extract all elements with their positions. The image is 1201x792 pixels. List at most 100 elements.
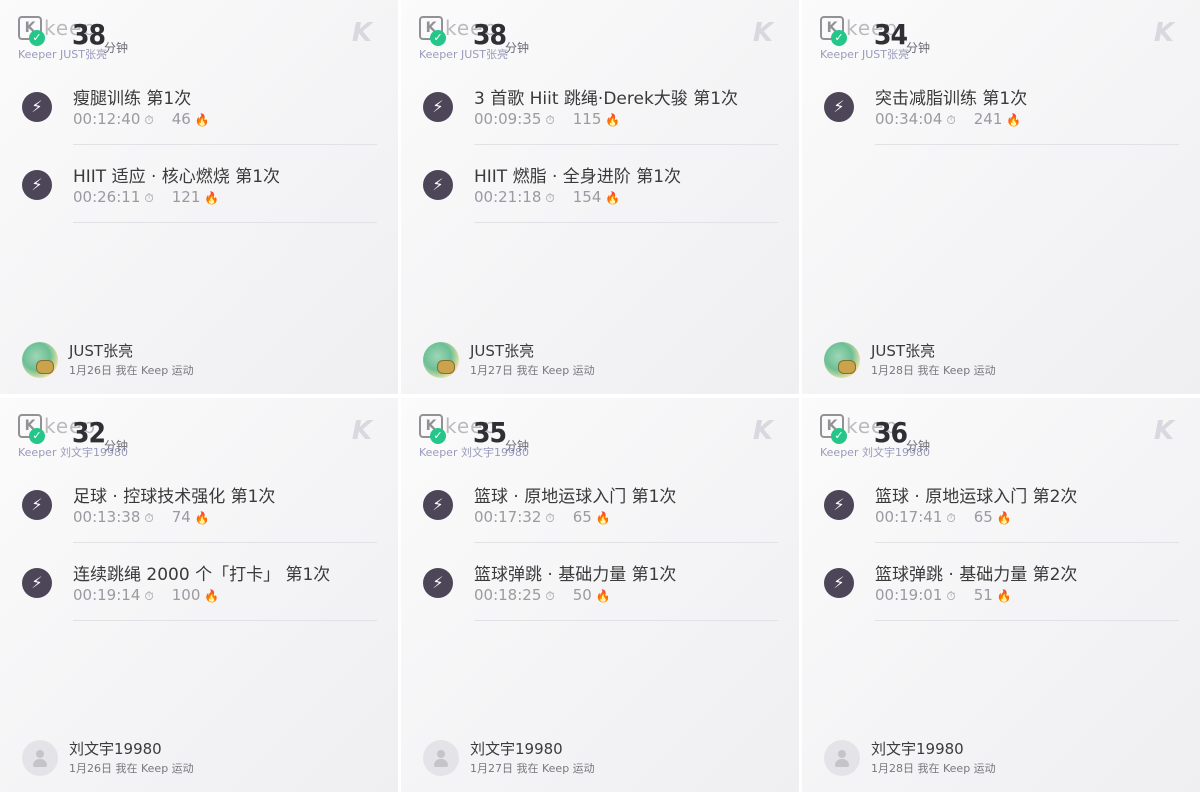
lightning-icon: ⚡ xyxy=(824,568,854,598)
workout-duration: 00:12:40 xyxy=(73,110,141,128)
workout-calories: 50 xyxy=(572,586,592,604)
workout-item[interactable]: ⚡ 瘦腿训练 第1次 00:12:40 ⏱ 46 🔥 xyxy=(0,80,398,158)
workout-duration: 00:09:35 xyxy=(474,110,542,128)
workout-calories: 121 xyxy=(171,188,201,206)
avatar[interactable] xyxy=(824,740,860,776)
lightning-icon: ⚡ xyxy=(22,490,52,520)
divider xyxy=(875,144,1179,145)
keep-watermark-icon: K xyxy=(351,18,372,48)
workout-item[interactable]: ⚡ 连续跳绳 2000 个「打卡」 第1次 00:19:14 ⏱ 100 🔥 xyxy=(0,556,398,634)
flame-icon: 🔥 xyxy=(996,589,1012,603)
divider xyxy=(474,222,778,223)
checkin-card[interactable]: Kkeep ✓ 35 分钟 Keeper 刘文宇19980 K ⚡ 篮球 · 原地运球入门 第… xyxy=(401,398,799,792)
workout-item[interactable]: ⚡ 足球 · 控球技术强化 第1次 00:13:38 ⏱ 74 🔥 xyxy=(0,478,398,556)
workout-calories: 74 xyxy=(171,508,191,526)
card-header: Kkeep ✓ 38 分钟 Keeper JUST张亮 xyxy=(419,16,789,64)
workout-title: 3 首歌 Hiit 跳绳·Derek大骏 第1次 xyxy=(474,89,739,109)
user-name[interactable]: 刘文宇19980 xyxy=(470,738,563,759)
user-date: 1月27日 我在 Keep 运动 xyxy=(470,762,595,775)
flame-icon: 🔥 xyxy=(204,589,220,603)
workout-calories: 241 xyxy=(973,110,1003,128)
avatar[interactable] xyxy=(22,740,58,776)
user-info[interactable]: JUST张亮 1月27日 我在 Keep 运动 xyxy=(423,340,783,380)
workout-item[interactable]: ⚡ HIIT 适应 · 核心燃烧 第1次 00:26:11 ⏱ 121 🔥 xyxy=(0,158,398,236)
keeper-label: Keeper JUST张亮 xyxy=(820,48,909,61)
workout-title: 瘦腿训练 第1次 xyxy=(73,89,192,109)
user-name[interactable]: JUST张亮 xyxy=(69,340,133,361)
flame-icon: 🔥 xyxy=(996,511,1012,525)
workout-title: 足球 · 控球技术强化 第1次 xyxy=(73,487,276,507)
workout-duration: 00:13:38 xyxy=(73,508,141,526)
clock-icon: ⏱ xyxy=(545,589,555,603)
workout-item[interactable]: ⚡ 篮球 · 原地运球入门 第1次 00:17:32 ⏱ 65 🔥 xyxy=(401,478,799,556)
workout-calories: 65 xyxy=(973,508,993,526)
checkin-day-unit: 分钟 xyxy=(906,41,931,55)
workout-item[interactable]: ⚡ 篮球 · 原地运球入门 第2次 00:17:41 ⏱ 65 🔥 xyxy=(802,478,1200,556)
workout-duration: 00:19:14 xyxy=(73,586,141,604)
user-info[interactable]: 刘文宇19980 1月27日 我在 Keep 运动 xyxy=(423,738,783,778)
divider xyxy=(875,542,1179,543)
workout-title: 突击减脂训练 第1次 xyxy=(875,89,1028,109)
divider xyxy=(875,620,1179,621)
keeper-label: Keeper 刘文宇19980 xyxy=(820,446,930,459)
workout-title: HIIT 适应 · 核心燃烧 第1次 xyxy=(73,167,281,187)
user-date: 1月26日 我在 Keep 运动 xyxy=(69,364,194,377)
workout-item[interactable]: ⚡ 突击减脂训练 第1次 00:34:04 ⏱ 241 🔥 xyxy=(802,80,1200,158)
workout-item[interactable]: ⚡ 篮球弹跳 · 基础力量 第2次 00:19:01 ⏱ 51 🔥 xyxy=(802,556,1200,634)
workout-meta: 00:09:35 ⏱ 115 🔥 xyxy=(474,110,620,128)
user-info[interactable]: JUST张亮 1月26日 我在 Keep 运动 xyxy=(22,340,382,380)
checkin-card[interactable]: Kkeep ✓ 38 分钟 Keeper JUST张亮 K ⚡ 3 首歌 Hiit 跳绳·De… xyxy=(401,0,799,394)
check-badge-icon: ✓ xyxy=(430,428,446,444)
user-name[interactable]: JUST张亮 xyxy=(871,340,935,361)
checkin-card[interactable]: Kkeep ✓ 34 分钟 Keeper JUST张亮 K ⚡ 突击减脂训练 第1次 00:34… xyxy=(802,0,1200,394)
card-header: Kkeep ✓ 35 分钟 Keeper 刘文宇19980 xyxy=(419,414,789,462)
checkin-card[interactable]: Kkeep ✓ 36 分钟 Keeper 刘文宇19980 K ⚡ 篮球 · 原地运球入门 第… xyxy=(802,398,1200,792)
user-date: 1月28日 我在 Keep 运动 xyxy=(871,364,996,377)
workout-item[interactable]: ⚡ 篮球弹跳 · 基础力量 第1次 00:18:25 ⏱ 50 🔥 xyxy=(401,556,799,634)
keep-watermark-icon: K xyxy=(1153,18,1174,48)
lightning-icon: ⚡ xyxy=(824,92,854,122)
workout-calories: 100 xyxy=(171,586,201,604)
avatar[interactable] xyxy=(423,342,459,378)
avatar[interactable] xyxy=(824,342,860,378)
card-header: Kkeep ✓ 36 分钟 Keeper 刘文宇19980 xyxy=(820,414,1190,462)
checkin-card[interactable]: Kkeep ✓ 38 分钟 Keeper JUST张亮 K ⚡ 瘦腿训练 第1次 00:12:4… xyxy=(0,0,398,394)
user-name[interactable]: 刘文宇19980 xyxy=(69,738,162,759)
workout-meta: 00:12:40 ⏱ 46 🔥 xyxy=(73,110,210,128)
user-info[interactable]: 刘文宇19980 1月28日 我在 Keep 运动 xyxy=(824,738,1184,778)
workout-duration: 00:26:11 xyxy=(73,188,141,206)
workout-duration: 00:17:32 xyxy=(474,508,542,526)
keeper-label: Keeper JUST张亮 xyxy=(18,48,107,61)
lightning-icon: ⚡ xyxy=(22,92,52,122)
workout-item[interactable]: ⚡ HIIT 燃脂 · 全身进阶 第1次 00:21:18 ⏱ 154 🔥 xyxy=(401,158,799,236)
avatar[interactable] xyxy=(423,740,459,776)
workout-title: HIIT 燃脂 · 全身进阶 第1次 xyxy=(474,167,682,187)
checkin-day-unit: 分钟 xyxy=(505,41,530,55)
user-date: 1月27日 我在 Keep 运动 xyxy=(470,364,595,377)
keeper-label: Keeper JUST张亮 xyxy=(419,48,508,61)
workout-calories: 115 xyxy=(572,110,602,128)
clock-icon: ⏱ xyxy=(946,589,956,603)
workout-title: 篮球弹跳 · 基础力量 第2次 xyxy=(875,565,1078,585)
workout-meta: 00:19:01 ⏱ 51 🔥 xyxy=(875,586,1012,604)
workout-duration: 00:18:25 xyxy=(474,586,542,604)
workout-title: 篮球 · 原地运球入门 第1次 xyxy=(474,487,677,507)
workout-duration: 00:34:04 xyxy=(875,110,943,128)
user-name[interactable]: 刘文宇19980 xyxy=(871,738,964,759)
user-info[interactable]: JUST张亮 1月28日 我在 Keep 运动 xyxy=(824,340,1184,380)
card-header: Kkeep ✓ 32 分钟 Keeper 刘文宇19980 xyxy=(18,414,388,462)
user-info[interactable]: 刘文宇19980 1月26日 我在 Keep 运动 xyxy=(22,738,382,778)
workout-item[interactable]: ⚡ 3 首歌 Hiit 跳绳·Derek大骏 第1次 00:09:35 ⏱ 115 🔥 xyxy=(401,80,799,158)
avatar[interactable] xyxy=(22,342,58,378)
check-badge-icon: ✓ xyxy=(29,30,45,46)
user-name[interactable]: JUST张亮 xyxy=(470,340,534,361)
check-badge-icon: ✓ xyxy=(430,30,446,46)
clock-icon: ⏱ xyxy=(144,191,154,205)
divider xyxy=(73,620,377,621)
divider xyxy=(474,542,778,543)
workout-title: 篮球弹跳 · 基础力量 第1次 xyxy=(474,565,677,585)
clock-icon: ⏱ xyxy=(144,113,154,127)
workout-duration: 00:21:18 xyxy=(474,188,542,206)
checkin-card[interactable]: Kkeep ✓ 32 分钟 Keeper 刘文宇19980 K ⚡ 足球 · 控球技术强化 第… xyxy=(0,398,398,792)
divider xyxy=(474,144,778,145)
